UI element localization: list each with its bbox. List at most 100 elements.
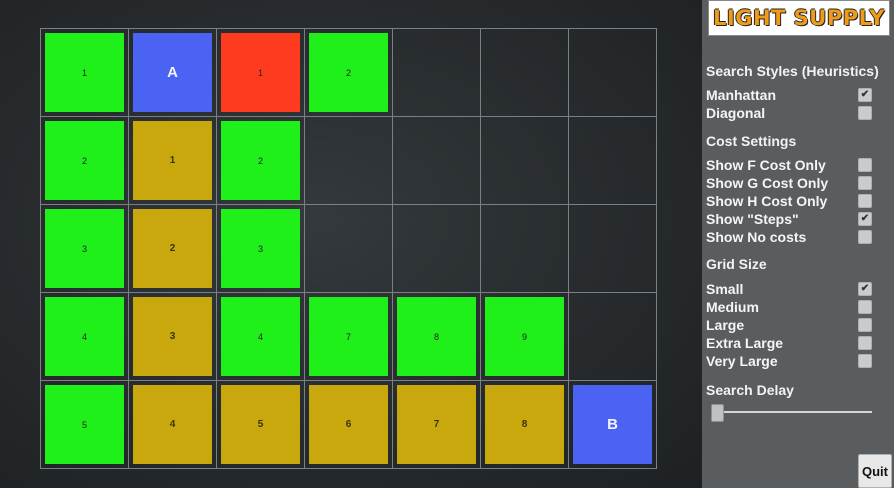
grid-size-option[interactable]: Very Large <box>706 352 872 370</box>
grid-cell[interactable]: A <box>129 29 217 117</box>
open-tile: 4 <box>45 297 124 376</box>
grid-cell[interactable] <box>569 117 657 205</box>
grid-cell[interactable] <box>569 29 657 117</box>
grid-cell[interactable]: 1 <box>41 29 129 117</box>
blocked-tile: 1 <box>221 33 300 112</box>
cost-setting-option[interactable]: Show G Cost Only <box>706 174 872 192</box>
grid-cell[interactable]: 8 <box>393 293 481 381</box>
checkbox[interactable] <box>858 354 872 368</box>
checkbox[interactable] <box>858 106 872 120</box>
grid-cell[interactable]: 6 <box>305 381 393 469</box>
grid-cell[interactable]: 4 <box>217 293 305 381</box>
checkbox[interactable] <box>858 336 872 350</box>
cost-setting-option[interactable]: Show H Cost Only <box>706 192 872 210</box>
cost-settings-heading: Cost Settings <box>706 133 797 149</box>
grid-cell[interactable]: 3 <box>41 205 129 293</box>
heuristics-heading: Search Styles (Heuristics) <box>706 63 879 79</box>
grid-size-option-label: Very Large <box>706 353 778 369</box>
grid-cell[interactable]: 8 <box>481 381 569 469</box>
grid-cell[interactable] <box>305 205 393 293</box>
grid-cell[interactable]: 1 <box>217 29 305 117</box>
path-tile: 4 <box>133 385 212 464</box>
path-tile: 8 <box>485 385 564 464</box>
grid-cell[interactable] <box>481 205 569 293</box>
pathfinding-grid[interactable]: 1A12212323434789545678B <box>40 28 657 469</box>
grid-cell[interactable]: 5 <box>217 381 305 469</box>
path-tile: 2 <box>133 209 212 288</box>
grid-cell[interactable]: 5 <box>41 381 129 469</box>
cost-setting-option[interactable]: Show "Steps" ✔ <box>706 210 872 228</box>
grid-cell[interactable]: 4 <box>41 293 129 381</box>
open-tile: 4 <box>221 297 300 376</box>
grid-size-option[interactable]: Large <box>706 316 872 334</box>
grid-cell[interactable]: 4 <box>129 381 217 469</box>
grid-cell[interactable] <box>481 117 569 205</box>
checkbox[interactable] <box>858 318 872 332</box>
grid-size-option-label: Large <box>706 317 745 333</box>
grid-cell[interactable]: B <box>569 381 657 469</box>
path-tile: 7 <box>397 385 476 464</box>
open-tile: 3 <box>221 209 300 288</box>
open-tile: 5 <box>45 385 124 464</box>
cost-setting-option[interactable]: Show No costs <box>706 228 872 246</box>
checkbox[interactable]: ✔ <box>858 88 872 102</box>
search-delay-track[interactable] <box>712 411 872 413</box>
grid-cell[interactable] <box>569 205 657 293</box>
grid-cell[interactable] <box>569 293 657 381</box>
checkmark-icon: ✔ <box>860 89 870 100</box>
cost-setting-option-label: Show "Steps" <box>706 211 799 227</box>
search-delay-handle[interactable] <box>711 404 724 422</box>
grid-size-option[interactable]: Small ✔ <box>706 280 872 298</box>
grid-cell[interactable] <box>393 117 481 205</box>
grid-cell[interactable]: 9 <box>481 293 569 381</box>
search-delay-heading: Search Delay <box>706 382 794 398</box>
open-tile: 8 <box>397 297 476 376</box>
checkbox[interactable] <box>858 176 872 190</box>
open-tile: 9 <box>485 297 564 376</box>
checkbox[interactable]: ✔ <box>858 282 872 296</box>
grid-cell[interactable]: 3 <box>129 293 217 381</box>
grid-cell[interactable]: 1 <box>129 117 217 205</box>
grid-cell[interactable]: 7 <box>393 381 481 469</box>
grid-size-option[interactable]: Extra Large <box>706 334 872 352</box>
grid-cell[interactable]: 2 <box>217 117 305 205</box>
checkbox[interactable] <box>858 194 872 208</box>
grid-size-option[interactable]: Medium <box>706 298 872 316</box>
checkbox[interactable] <box>858 300 872 314</box>
open-tile: 3 <box>45 209 124 288</box>
heuristic-option-label: Diagonal <box>706 105 766 121</box>
open-tile: 2 <box>309 33 388 112</box>
path-tile: 6 <box>309 385 388 464</box>
cost-setting-option[interactable]: Show F Cost Only <box>706 156 872 174</box>
checkmark-icon: ✔ <box>860 283 870 294</box>
path-tile: 1 <box>133 121 212 200</box>
open-tile: 1 <box>45 33 124 112</box>
grid-cell[interactable]: 2 <box>129 205 217 293</box>
cost-setting-option-label: Show H Cost Only <box>706 193 828 209</box>
path-tile: 5 <box>221 385 300 464</box>
grid-cell[interactable] <box>481 29 569 117</box>
grid-cell[interactable]: 7 <box>305 293 393 381</box>
grid-cell[interactable]: 3 <box>217 205 305 293</box>
checkbox[interactable]: ✔ <box>858 212 872 226</box>
heuristic-option-label: Manhattan <box>706 87 776 103</box>
grid-size-option-label: Medium <box>706 299 759 315</box>
grid-cell[interactable] <box>393 205 481 293</box>
cost-setting-option-label: Show G Cost Only <box>706 175 829 191</box>
grid-size-heading: Grid Size <box>706 256 767 272</box>
heuristic-option[interactable]: Diagonal <box>706 104 872 122</box>
grid-cell[interactable] <box>305 117 393 205</box>
grid-cell[interactable]: 2 <box>305 29 393 117</box>
quit-button[interactable]: Quit <box>858 454 892 488</box>
heuristic-option[interactable]: Manhattan ✔ <box>706 86 872 104</box>
settings-panel: LIGHT SUPPLY Search Styles (Heuristics) … <box>702 0 894 488</box>
grid-cell[interactable] <box>393 29 481 117</box>
checkbox[interactable] <box>858 230 872 244</box>
open-tile: 7 <box>309 297 388 376</box>
endpoint-tile: B <box>573 385 652 464</box>
light-supply-logo: LIGHT SUPPLY <box>708 0 890 36</box>
checkbox[interactable] <box>858 158 872 172</box>
cost-setting-option-label: Show No costs <box>706 229 807 245</box>
checkmark-icon: ✔ <box>860 213 870 224</box>
grid-cell[interactable]: 2 <box>41 117 129 205</box>
